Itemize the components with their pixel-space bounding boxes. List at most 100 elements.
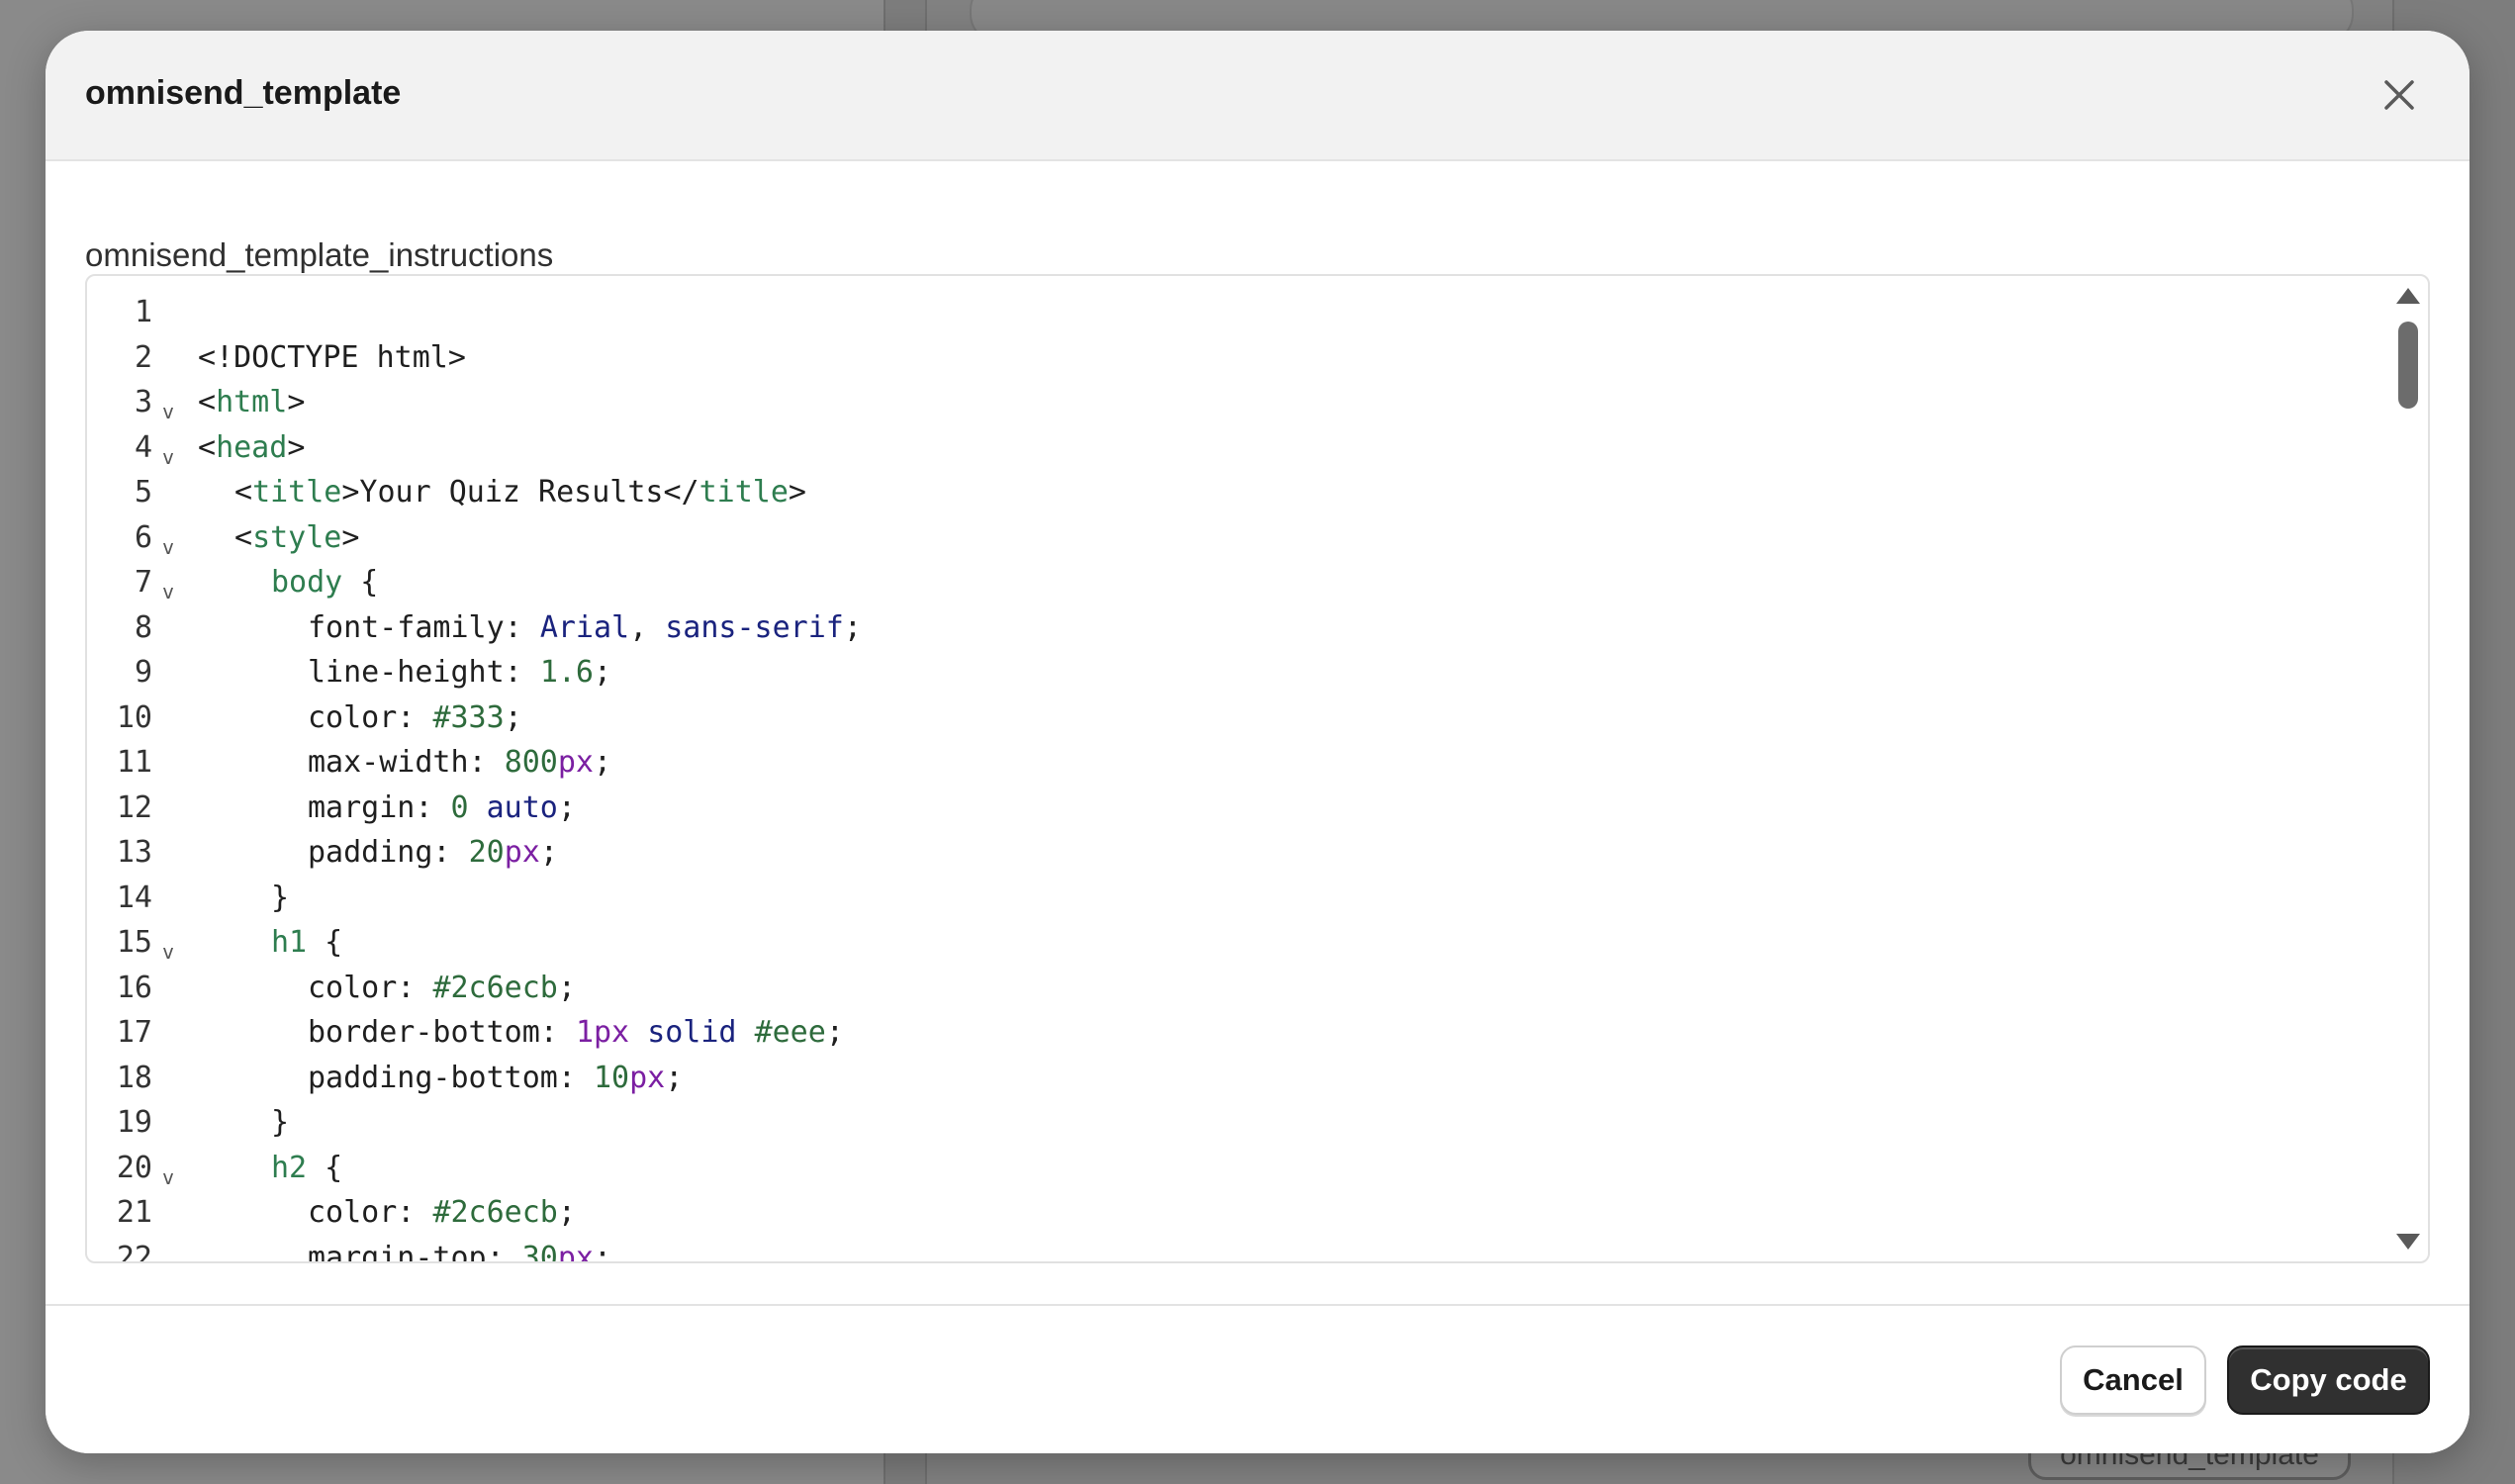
code-token: h1 xyxy=(271,925,308,960)
code-token: < xyxy=(198,385,217,419)
code-line: 6 v <style> xyxy=(87,515,2363,561)
code-token: #eee xyxy=(754,1015,826,1050)
code-line: 18 padding-bottom: 10px; xyxy=(87,1056,2363,1101)
code-token: auto xyxy=(486,789,558,825)
code-token: ; xyxy=(594,655,612,690)
modal-footer: Cancel Copy code xyxy=(46,1304,2469,1453)
code-line: 15 v h1 { xyxy=(87,920,2363,966)
code-token: padding-bottom: xyxy=(308,1060,594,1095)
code-token: sans-serif xyxy=(665,609,844,645)
line-number: 16 xyxy=(116,970,152,1005)
line-number: 11 xyxy=(116,745,152,780)
code-token: border-bottom: xyxy=(308,1015,576,1050)
code-token: ; xyxy=(594,745,612,780)
code-token: ; xyxy=(843,609,862,645)
code-token: color: xyxy=(308,1195,433,1230)
code-token: solid xyxy=(647,1015,737,1050)
code-token: html xyxy=(216,385,288,419)
code-token: >Your Quiz Results</ xyxy=(341,475,699,510)
code-line: 1 xyxy=(87,290,2363,335)
code-token: px xyxy=(504,835,540,870)
code-token: { xyxy=(307,1150,343,1185)
code-token: color: xyxy=(308,699,433,735)
code-text: line-height: 1.6; xyxy=(308,650,611,696)
code-text: padding: 20px; xyxy=(308,830,558,876)
code-token: px xyxy=(629,1060,666,1095)
code-text: margin-top: 30px; xyxy=(308,1236,612,1263)
code-token: < xyxy=(234,475,253,510)
code-line: 3 v <html> xyxy=(87,380,2363,425)
line-number: 9 xyxy=(134,655,152,690)
code-text: color: #333; xyxy=(308,696,522,741)
editor-scrollbar[interactable] xyxy=(2392,276,2428,1261)
line-number: 1 xyxy=(134,295,152,329)
code-token: head xyxy=(216,429,288,465)
code-text: <head> xyxy=(198,425,305,471)
line-number: 2 xyxy=(134,339,152,375)
line-number: 19 xyxy=(116,1105,152,1140)
line-number: 8 xyxy=(134,609,152,645)
code-text: margin: 0 auto; xyxy=(308,786,576,831)
code-token: < xyxy=(198,429,217,465)
code-token: ; xyxy=(539,835,558,870)
line-number: 17 xyxy=(116,1015,152,1050)
code-token: ; xyxy=(557,789,576,825)
code-text: <html> xyxy=(198,380,305,425)
line-number: 7 xyxy=(134,565,152,600)
code-token: } xyxy=(271,1105,290,1140)
code-line: 17 border-bottom: 1px solid #eee; xyxy=(87,1010,2363,1056)
code-token: } xyxy=(271,880,290,915)
code-token: margin-top: xyxy=(308,1240,522,1263)
close-button[interactable] xyxy=(2375,70,2424,120)
code-line: 14} xyxy=(87,876,2363,921)
copy-code-button[interactable]: Copy code xyxy=(2227,1345,2430,1415)
code-line: 12 margin: 0 auto; xyxy=(87,786,2363,831)
code-token: line-height: xyxy=(308,655,540,690)
scroll-thumb[interactable] xyxy=(2398,322,2418,409)
line-number: 21 xyxy=(116,1195,152,1230)
code-line: 9 line-height: 1.6; xyxy=(87,650,2363,696)
line-number: 12 xyxy=(116,789,152,825)
code-token: ; xyxy=(557,1195,576,1230)
code-token: margin: xyxy=(308,789,451,825)
code-line: 5 <title>Your Quiz Results</title> xyxy=(87,470,2363,515)
code-text: font-family: Arial, sans-serif; xyxy=(308,605,862,651)
triangle-down-icon[interactable] xyxy=(2396,1234,2420,1250)
code-token: title xyxy=(699,475,789,510)
code-text: <style> xyxy=(234,515,359,561)
code-editor[interactable]: 1 2 <!DOCTYPE html> 3 v <html> 4 v <head> 5 <title… xyxy=(85,274,2430,1263)
code-text: <!DOCTYPE html> xyxy=(198,335,466,381)
code-token: 1.6 xyxy=(539,655,594,690)
code-token: { xyxy=(342,565,379,600)
code-token: < xyxy=(234,519,253,555)
code-token: <!DOCTYPE html> xyxy=(198,339,466,375)
line-number: 15 xyxy=(116,925,152,960)
code-line: 13 padding: 20px; xyxy=(87,830,2363,876)
line-number: 10 xyxy=(116,699,152,735)
code-token: ; xyxy=(594,1240,612,1263)
code-token: 0 xyxy=(450,789,469,825)
code-line: 11 max-width: 800px; xyxy=(87,740,2363,786)
line-number: 18 xyxy=(116,1060,152,1095)
code-token: > xyxy=(788,475,806,510)
code-token: style xyxy=(252,519,342,555)
code-token: > xyxy=(287,385,306,419)
code-token: color: xyxy=(308,970,433,1005)
code-modal: omnisend_template omnisend_template_inst… xyxy=(46,31,2469,1453)
cancel-button[interactable]: Cancel xyxy=(2060,1345,2206,1415)
code-text: border-bottom: 1px solid #eee; xyxy=(308,1010,844,1056)
code-token: 800 xyxy=(504,745,558,780)
line-number: 14 xyxy=(116,880,152,915)
line-number: 13 xyxy=(116,835,152,870)
code-line: 21 color: #2c6ecb; xyxy=(87,1190,2363,1236)
code-line: 20 v h2 { xyxy=(87,1146,2363,1191)
code-token: max-width: xyxy=(308,745,505,780)
code-text: h1 { xyxy=(271,920,342,966)
code-token: px xyxy=(557,1240,594,1263)
close-icon xyxy=(2384,80,2414,110)
code-text: } xyxy=(271,1100,289,1146)
code-text: padding-bottom: 10px; xyxy=(308,1056,683,1101)
triangle-up-icon[interactable] xyxy=(2396,288,2420,304)
